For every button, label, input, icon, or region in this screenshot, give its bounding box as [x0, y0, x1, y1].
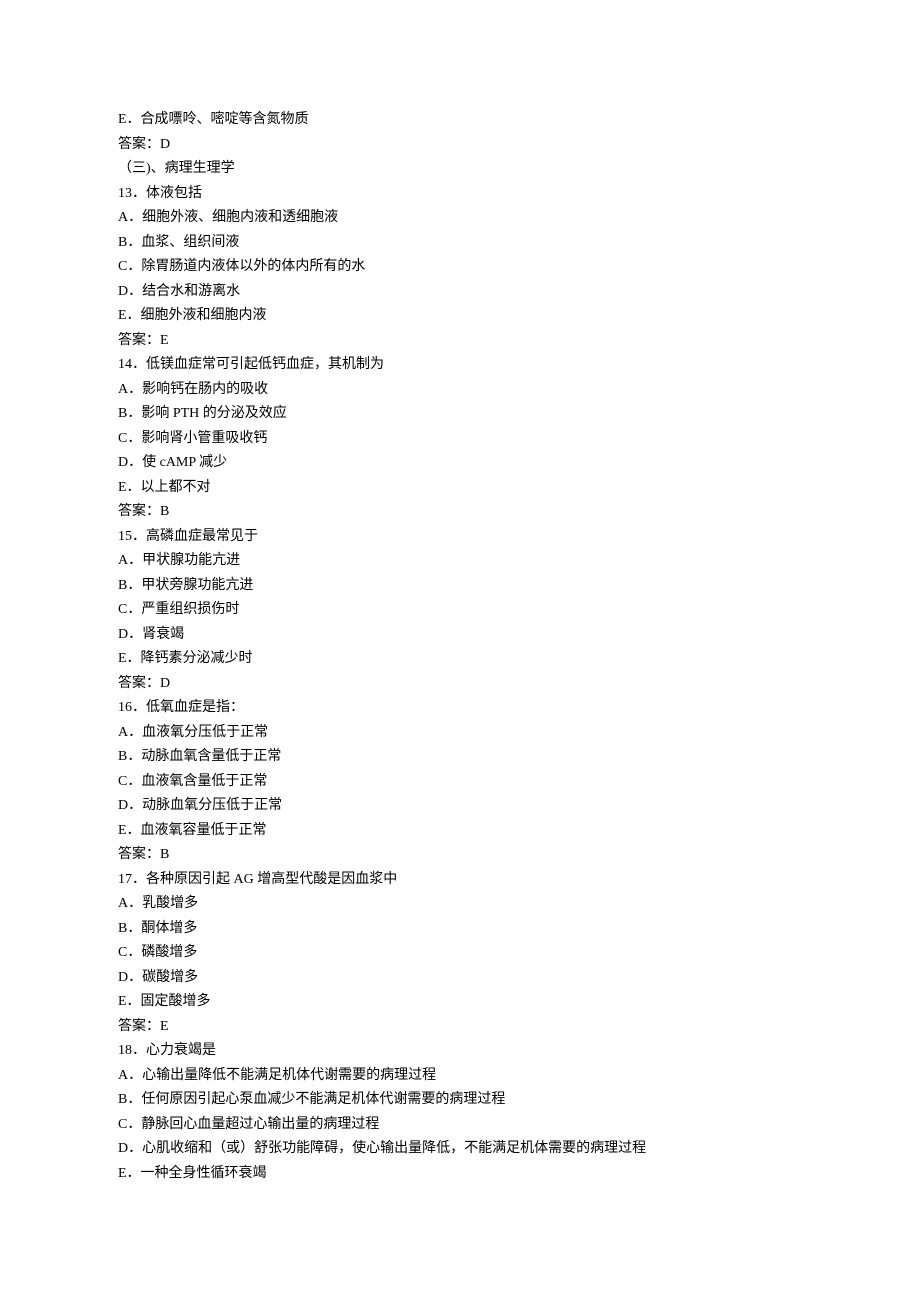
section-heading: （三)、病理生理学 — [118, 157, 802, 182]
option-line: A．甲状腺功能亢进 — [118, 549, 802, 574]
option-line: A．心输出量降低不能满足机体代谢需要的病理过程 — [118, 1064, 802, 1089]
option-line: A．影响钙在肠内的吸收 — [118, 378, 802, 403]
option-line: C．血液氧含量低于正常 — [118, 770, 802, 795]
option-line: B．酮体增多 — [118, 917, 802, 942]
answer-line: 答案：D — [118, 133, 802, 158]
question-stem: 14．低镁血症常可引起低钙血症，其机制为 — [118, 353, 802, 378]
option-line: C．影响肾小管重吸收钙 — [118, 427, 802, 452]
option-line: B．动脉血氧含量低于正常 — [118, 745, 802, 770]
option-line: B．血浆、组织间液 — [118, 231, 802, 256]
option-line: E．固定酸增多 — [118, 990, 802, 1015]
text-line: E．合成嘌呤、嘧啶等含氮物质 — [118, 108, 802, 133]
document-page: E．合成嘌呤、嘧啶等含氮物质 答案：D （三)、病理生理学 13．体液包括 A．… — [0, 0, 920, 1246]
option-line: C．除胃肠道内液体以外的体内所有的水 — [118, 255, 802, 280]
question-stem: 15．高磷血症最常见于 — [118, 525, 802, 550]
question-stem: 16．低氧血症是指： — [118, 696, 802, 721]
question-stem: 18．心力衰竭是 — [118, 1039, 802, 1064]
answer-line: 答案：E — [118, 329, 802, 354]
option-line: A．血液氧分压低于正常 — [118, 721, 802, 746]
option-line: B．任何原因引起心泵血减少不能满足机体代谢需要的病理过程 — [118, 1088, 802, 1113]
answer-line: 答案：E — [118, 1015, 802, 1040]
option-line: C．磷酸增多 — [118, 941, 802, 966]
question-stem: 17．各种原因引起 AG 增高型代酸是因血浆中 — [118, 868, 802, 893]
option-line: D．使 cAMP 减少 — [118, 451, 802, 476]
answer-line: 答案：D — [118, 672, 802, 697]
option-line: E．血液氧容量低于正常 — [118, 819, 802, 844]
option-line: C．静脉回心血量超过心输出量的病理过程 — [118, 1113, 802, 1138]
option-line: E．一种全身性循环衰竭 — [118, 1162, 802, 1187]
option-line: E．降钙素分泌减少时 — [118, 647, 802, 672]
option-line: D．结合水和游离水 — [118, 280, 802, 305]
option-line: E．细胞外液和细胞内液 — [118, 304, 802, 329]
option-line: D．碳酸增多 — [118, 966, 802, 991]
option-line: D．心肌收缩和（或）舒张功能障碍，使心输出量降低，不能满足机体需要的病理过程 — [118, 1137, 802, 1162]
option-line: C．严重组织损伤时 — [118, 598, 802, 623]
option-line: B．甲状旁腺功能亢进 — [118, 574, 802, 599]
option-line: D．肾衰竭 — [118, 623, 802, 648]
question-stem: 13．体液包括 — [118, 182, 802, 207]
option-line: D．动脉血氧分压低于正常 — [118, 794, 802, 819]
option-line: A．乳酸增多 — [118, 892, 802, 917]
option-line: A．细胞外液、细胞内液和透细胞液 — [118, 206, 802, 231]
option-line: E．以上都不对 — [118, 476, 802, 501]
option-line: B．影响 PTH 的分泌及效应 — [118, 402, 802, 427]
answer-line: 答案：B — [118, 843, 802, 868]
answer-line: 答案：B — [118, 500, 802, 525]
